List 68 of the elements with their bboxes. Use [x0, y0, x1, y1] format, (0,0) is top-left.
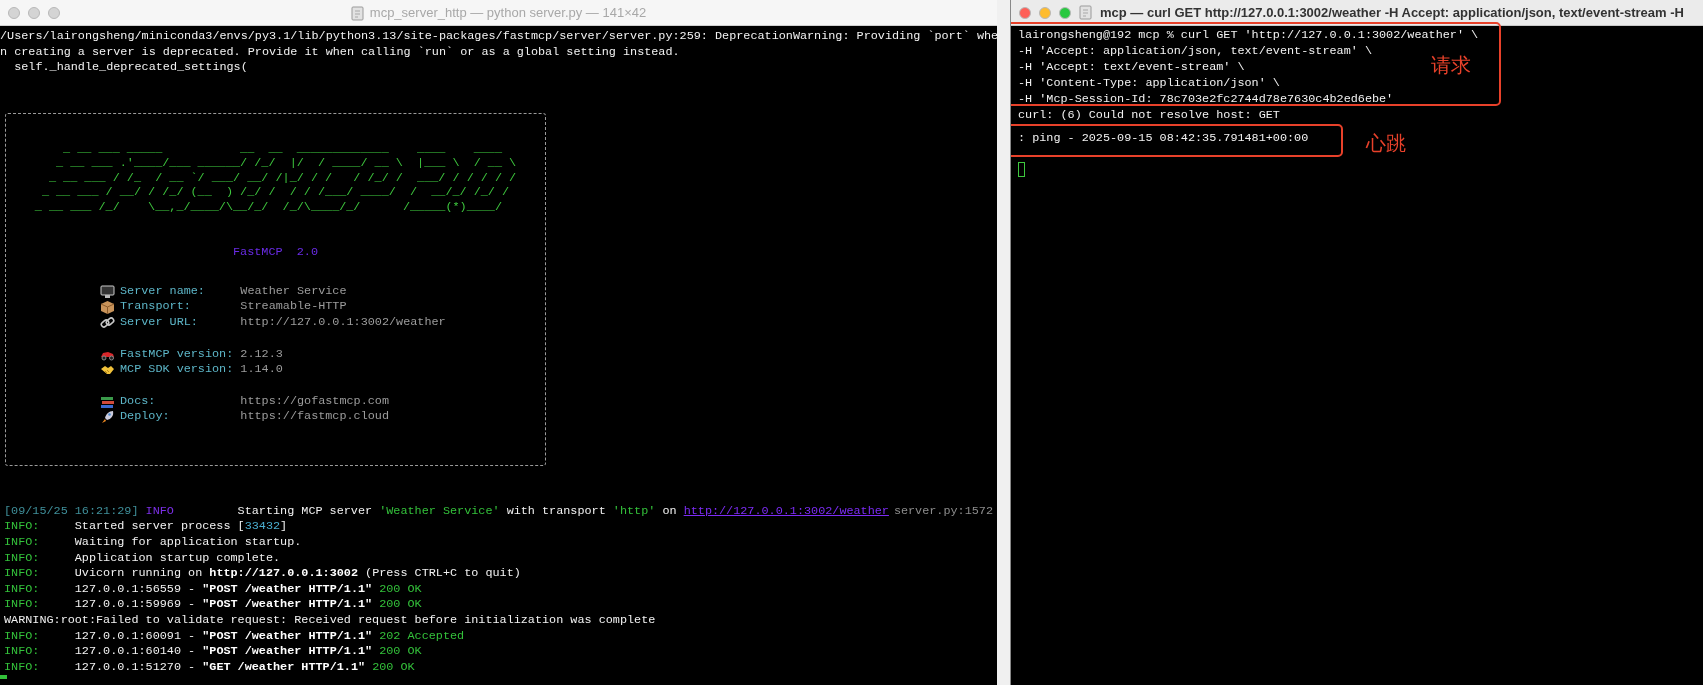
- log-message: Started server process [33432]: [74, 519, 288, 535]
- rocket-icon: [100, 410, 115, 425]
- log-message: Uvicorn running on http://127.0.0.1:3002 (Press CTRL+C to quit): [74, 566, 521, 582]
- minimize-button[interactable]: [1039, 6, 1051, 19]
- log-level: INFO:: [4, 519, 41, 535]
- log-message: 127.0.0.1:51270 - "GET /weather HTTP/1.1" 200 OK: [74, 659, 415, 676]
- log-message: 127.0.0.1:59969 - "POST /weather HTTP/1.1" 200 OK: [74, 597, 422, 613]
- output-line: lairongsheng@192 mcp % curl GET 'http://127.0.0.1:3002/weather' \: [1018, 27, 1479, 43]
- timestamp: [09/15/25 16:21:29]: [4, 503, 140, 520]
- field-label: Server URL:: [120, 315, 199, 331]
- zoom-button[interactable]: [48, 6, 60, 19]
- log-level: INFO: [145, 503, 175, 520]
- document-icon: [1079, 5, 1092, 20]
- cursor: [0, 675, 7, 680]
- books-icon: [100, 394, 115, 409]
- field-value: https://fastmcp.cloud: [240, 409, 389, 426]
- minimize-button[interactable]: [28, 6, 40, 19]
- output-line: -H 'Content-Type: application/json' \: [1018, 75, 1280, 91]
- annotation-label: 请求: [1431, 52, 1471, 79]
- log-message: Waiting for application startup.: [74, 534, 302, 551]
- field-label: MCP SDK version:: [120, 362, 235, 378]
- log-level: INFO:: [4, 534, 41, 551]
- output-line: -H 'Accept: application/json, text/event-stream' \: [1018, 43, 1372, 59]
- banner-title: FastMCP 2.0: [233, 245, 318, 261]
- log-level: INFO:: [4, 644, 41, 660]
- window-title: mcp — curl GET http://127.0.0.1:3002/weather -H Accept: application/json, text/event-stream -H: [1100, 3, 1684, 22]
- log-message: WARNING:root:Failed to validate request: Received request before initialization was complete: [4, 612, 656, 629]
- monitor-icon: [100, 284, 115, 299]
- log-level: INFO:: [4, 550, 41, 567]
- output-line: : ping - 2025-09-15 08:42:35.791481+00:00: [1018, 130, 1309, 146]
- output-line: n creating a server is deprecated. Provide it when calling `run` or as a global setting instead.: [0, 44, 681, 61]
- output-line: -H 'Mcp-Session-Id: 78c703e2fc2744d78e7630c4b2ed6ebe': [1018, 91, 1394, 107]
- log-level: INFO:: [4, 566, 41, 582]
- field-value: 1.14.0: [240, 362, 283, 378]
- log-level: INFO:: [4, 581, 41, 598]
- close-button[interactable]: [8, 6, 20, 19]
- output-line: /Users/lairongsheng/miniconda3/envs/py3.1/lib/python3.13/site-packages/fastmcp/server/server.py:259: DeprecationWarning: Providing `port` whe: [0, 29, 997, 45]
- output-line: self._handle_deprecated_settings(: [13, 60, 249, 76]
- log-level: INFO:: [4, 597, 41, 613]
- log-message: Starting MCP server 'Weather Service' with transport 'http' on http://127.0.0.1:3002/weather: [237, 503, 889, 520]
- field-label: Docs:: [120, 393, 157, 410]
- log-message: 127.0.0.1:60140 - "POST /weather HTTP/1.1" 200 OK: [74, 644, 422, 660]
- zoom-button[interactable]: [1059, 6, 1071, 19]
- close-button[interactable]: [1019, 6, 1031, 19]
- field-value: 2.12.3: [240, 346, 283, 363]
- field-value: https://gofastmcp.com: [240, 393, 389, 410]
- window-title: mcp_server_http — python server.py — 141×42: [369, 4, 647, 23]
- field-label: Transport:: [120, 299, 192, 316]
- field-label: Server name:: [120, 283, 206, 300]
- document-icon: [350, 5, 364, 21]
- log-message: Application startup complete.: [74, 550, 281, 567]
- chain-link-icon: [100, 315, 115, 330]
- log-level: INFO:: [4, 628, 41, 645]
- package-icon: [100, 300, 115, 315]
- field-value: http://127.0.0.1:3002/weather: [240, 315, 446, 331]
- log-message: 127.0.0.1:56559 - "POST /weather HTTP/1.1" 200 OK: [74, 581, 422, 598]
- field-label: FastMCP version:: [120, 346, 235, 363]
- source-location: server.py:1572: [893, 503, 994, 520]
- field-value: Weather Service: [240, 283, 347, 300]
- output-line: curl: (6) Could not resolve host: GET: [1018, 107, 1280, 123]
- field-label: Deploy:: [120, 409, 171, 426]
- annotation-label: 心跳: [1366, 130, 1406, 157]
- log-level: INFO:: [4, 659, 41, 676]
- cursor: [1018, 162, 1025, 177]
- output-line: -H 'Accept: text/event-stream' \: [1018, 59, 1245, 75]
- log-message: 127.0.0.1:60091 - "POST /weather HTTP/1.1" 202 Accepted: [74, 628, 465, 645]
- field-value: Streamable-HTTP: [240, 299, 347, 316]
- ascii-art-logo: _ __ ___ _____ __ __ _____________ ____ ____ _ __ ___ .'____/___ ______/ /_/ |/ / ____/ __ \ |___ \ / __ \ _ __ ___ / /_ / __ `/ ___/ __/ /|_/ / / / /_/ / ___/ / / / / / _ __ ___ / __/ / /_/ (__ ) /_/ / / / /___/ ____/ / __/_/ /_/ / _ __ ___ /_/ \__,_/____/\__/_/ /_/\____/_/ /_____(*)____/: [34, 141, 517, 215]
